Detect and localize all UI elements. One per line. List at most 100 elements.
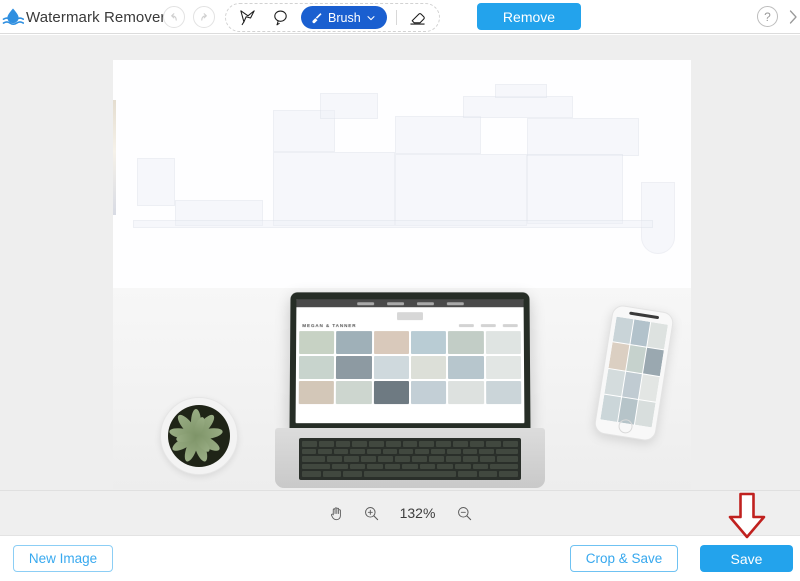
gallery-photo: [336, 331, 372, 355]
zoom-toolbar: 132%: [0, 490, 800, 536]
zoom-out-button[interactable]: [456, 505, 473, 522]
water-drop-wave-logo-icon: [2, 6, 25, 28]
key: [419, 463, 436, 470]
key: [490, 463, 519, 470]
browser-menu-item: [446, 301, 464, 305]
key: [394, 456, 410, 462]
key: [326, 456, 342, 462]
key: [452, 441, 468, 447]
key: [349, 463, 366, 470]
gallery-photo: [485, 331, 521, 355]
eraser-icon: [408, 8, 427, 27]
phone-earpiece: [629, 311, 660, 320]
key: [414, 448, 429, 455]
toolbar-divider: [395, 10, 397, 25]
key: [479, 456, 495, 462]
key: [343, 456, 359, 462]
desk-scene: MEGAN & TANNER: [113, 288, 691, 489]
keyboard-row: [302, 463, 519, 470]
gallery-photo: [298, 356, 335, 380]
key: [503, 441, 518, 447]
polygon-lasso-tool[interactable]: [235, 7, 259, 29]
browser-menu-item: [416, 301, 434, 305]
undo-arrow-icon: [168, 11, 180, 23]
key: [322, 471, 342, 477]
crop-and-save-button[interactable]: Crop & Save: [570, 545, 678, 572]
key: [478, 471, 498, 477]
eraser-tool[interactable]: [406, 7, 430, 29]
paintbrush-icon: [310, 11, 323, 24]
chevron-down-icon[interactable]: [366, 13, 376, 23]
phone-screen: [600, 316, 668, 428]
key: [302, 463, 330, 470]
website-header: MEGAN & TANNER: [296, 322, 524, 331]
ghost-shape: [463, 96, 573, 118]
website-logo: [397, 312, 423, 321]
gallery-photo: [336, 356, 372, 380]
key: [458, 471, 477, 477]
collapse-panel-button[interactable]: [786, 7, 800, 27]
key: [302, 471, 321, 477]
gallery-photo: [373, 381, 409, 405]
key: [384, 463, 401, 470]
zoom-in-button[interactable]: [363, 505, 380, 522]
key: [302, 456, 325, 462]
gallery-photo: [448, 331, 484, 355]
key: [486, 441, 502, 447]
zoom-level-value: 132%: [399, 505, 436, 521]
key: [447, 448, 462, 455]
key: [366, 448, 381, 455]
key: [499, 471, 519, 477]
key: [367, 463, 383, 470]
selection-tool-group: Brush: [225, 3, 440, 32]
key: [431, 448, 446, 455]
brush-tool-button[interactable]: Brush: [301, 6, 387, 29]
redo-button[interactable]: [193, 6, 215, 28]
magnifier-minus-icon: [456, 505, 473, 522]
ghost-shape: [527, 118, 639, 156]
gallery-photo: [299, 331, 335, 355]
key: [352, 441, 368, 447]
key: [436, 441, 451, 447]
ghost-shape: [395, 154, 527, 226]
remove-button[interactable]: Remove: [477, 3, 581, 30]
save-button[interactable]: Save: [700, 545, 793, 572]
free-select-lasso-tool[interactable]: [268, 7, 292, 29]
brush-label: Brush: [328, 10, 361, 25]
question-mark-icon: ?: [764, 9, 771, 24]
redo-arrow-icon: [198, 11, 210, 23]
website-title: MEGAN & TANNER: [302, 323, 357, 329]
key: [377, 456, 393, 462]
undo-button[interactable]: [163, 6, 185, 28]
keyboard-row: [302, 441, 518, 447]
key: [385, 441, 401, 447]
editor-canvas-area[interactable]: MEGAN & TANNER: [0, 35, 800, 490]
key: [360, 456, 376, 462]
website-photo-gallery: [296, 331, 525, 407]
editing-image[interactable]: MEGAN & TANNER: [113, 60, 691, 489]
website-nav: [458, 324, 518, 328]
key: [402, 441, 418, 447]
polygon-lasso-icon: [238, 8, 257, 27]
browser-toolbar: [296, 299, 524, 308]
help-button[interactable]: ?: [757, 6, 778, 27]
laptop-screen: MEGAN & TANNER: [295, 299, 525, 424]
key: [419, 441, 435, 447]
magnifier-plus-icon: [363, 505, 380, 522]
brand: Watermark Remover: [2, 0, 166, 34]
gallery-photo: [448, 356, 484, 380]
key: [469, 441, 485, 447]
key: [495, 448, 519, 455]
laptop: MEGAN & TANNER: [275, 292, 545, 488]
bottom-action-bar: New Image Crop & Save Save: [0, 537, 800, 581]
gallery-photo: [410, 331, 447, 355]
hand-pan-tool[interactable]: [328, 505, 345, 522]
key: [463, 448, 478, 455]
key: [437, 463, 453, 470]
key: [350, 448, 365, 455]
key: [398, 448, 413, 455]
phone-gallery-photo: [643, 348, 664, 376]
new-image-button[interactable]: New Image: [13, 545, 113, 572]
key: [472, 463, 489, 470]
keyboard-row: [302, 448, 519, 455]
